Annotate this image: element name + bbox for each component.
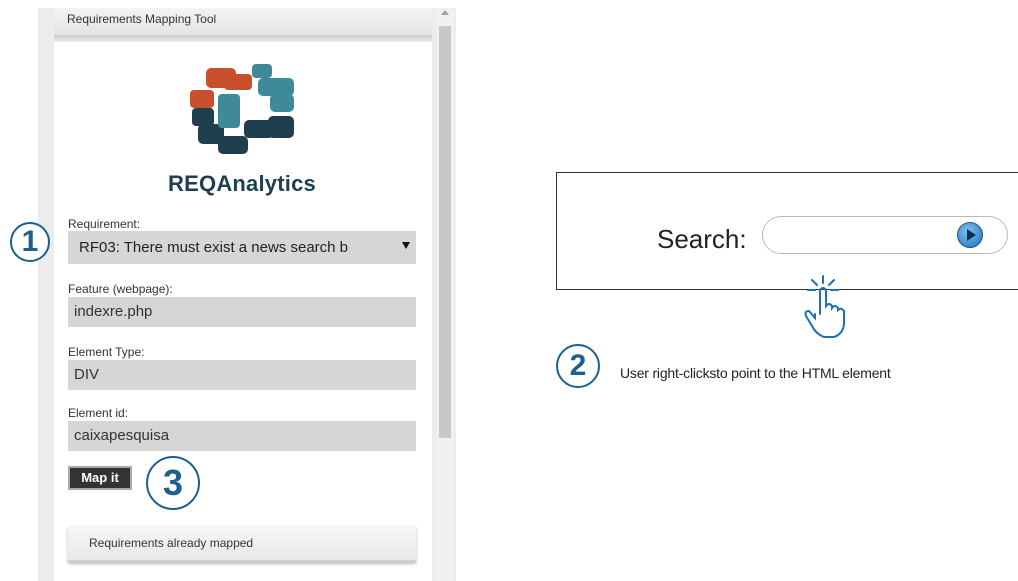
step-badge-1: 1 xyxy=(10,222,50,262)
play-icon[interactable] xyxy=(957,222,983,248)
search-label: Search: xyxy=(657,224,747,254)
pointing-hand-icon xyxy=(804,275,845,338)
dropdown-arrow-icon xyxy=(402,242,410,249)
panel-title: Requirements Mapping Tool xyxy=(54,8,432,36)
step-badge-3: 3 xyxy=(146,456,200,510)
feature-field[interactable]: indexre.php xyxy=(68,297,416,327)
element-type-field[interactable]: DIV xyxy=(68,360,416,390)
requirement-select[interactable]: RF03: There must exist a news search b xyxy=(68,231,416,264)
instruction-caption: User right-clicksto point to the HTML el… xyxy=(620,365,891,381)
element-id-field[interactable]: caixapesquisa xyxy=(68,421,416,451)
requirement-selected-value: RF03: There must exist a news search b xyxy=(79,239,349,256)
scroll-up-icon[interactable] xyxy=(441,10,449,15)
map-it-button[interactable]: Map it xyxy=(68,466,132,490)
requirements-mapped-section[interactable]: Requirements already mapped xyxy=(68,526,416,562)
step-badge-2: 2 xyxy=(556,344,600,388)
element-id-label: Element id: xyxy=(68,406,129,420)
scrollbar-thumb[interactable] xyxy=(439,26,451,438)
brand-name: REQAnalytics xyxy=(168,171,316,196)
feature-label: Feature (webpage): xyxy=(68,282,173,296)
logo-icon xyxy=(190,64,294,154)
element-type-label: Element Type: xyxy=(68,345,145,359)
requirement-label: Requirement: xyxy=(68,217,141,231)
